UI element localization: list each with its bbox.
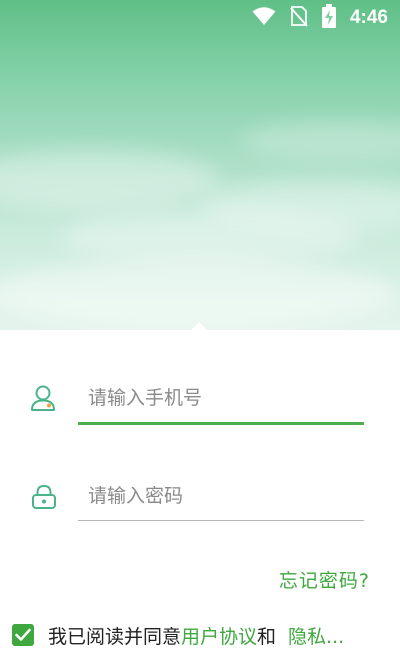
- agreement-checkbox[interactable]: [12, 624, 34, 646]
- check-icon: [15, 628, 31, 641]
- lock-icon: [31, 484, 57, 514]
- user-agreement-link[interactable]: 用户协议: [181, 622, 257, 649]
- card-notch: [190, 322, 208, 331]
- phone-input[interactable]: [78, 376, 364, 420]
- phone-input-underline: [78, 422, 364, 425]
- no-sim-icon: [290, 5, 308, 31]
- agreement-and-text: 和: [257, 625, 277, 648]
- battery-charging-icon: [321, 4, 336, 32]
- status-bar: 4:46: [0, 0, 400, 36]
- wifi-icon: [252, 6, 276, 30]
- agreement-row: 我已阅读并同意 用户协议 和 隐私...: [12, 620, 344, 650]
- agreement-text: 我已阅读并同意: [48, 625, 182, 648]
- forgot-password-link[interactable]: 忘记密码?: [279, 566, 370, 593]
- password-input-underline: [78, 520, 364, 521]
- header-sky-image: [0, 0, 400, 330]
- user-icon: [30, 384, 56, 416]
- status-time: 4:46: [349, 7, 388, 28]
- privacy-policy-link[interactable]: 隐私...: [288, 622, 344, 649]
- password-input[interactable]: [78, 474, 364, 518]
